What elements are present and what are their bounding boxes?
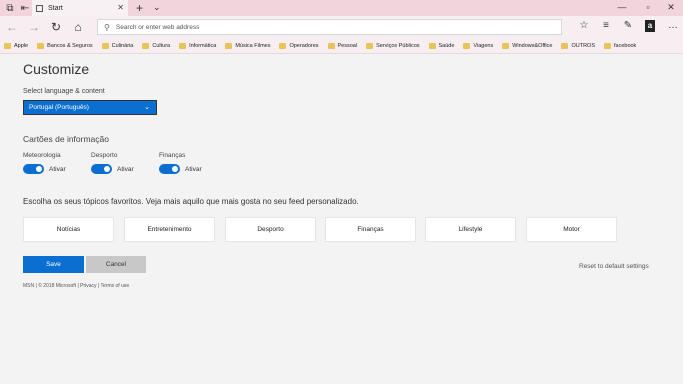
folder-icon: [366, 42, 374, 49]
forward-icon[interactable]: →: [27, 20, 41, 34]
favorite-label: Viagens: [473, 42, 494, 49]
toggle-state: Ativar: [49, 165, 66, 173]
topic-button[interactable]: Finanças: [325, 217, 416, 242]
language-value: Portugal (Português): [29, 104, 89, 111]
toggle-state: Ativar: [117, 165, 134, 173]
favorite-item[interactable]: Operadores: [279, 42, 319, 49]
topic-button[interactable]: Entretenimento: [124, 217, 215, 242]
address-bar[interactable]: ⚲: [97, 19, 562, 35]
folder-icon: [428, 42, 436, 49]
favorite-item[interactable]: Culinária: [101, 42, 134, 49]
favorite-item[interactable]: Saúde: [428, 42, 455, 49]
topic-button[interactable]: Motor: [526, 217, 617, 242]
topic-button[interactable]: Desporto: [225, 217, 316, 242]
reset-link[interactable]: Reset to default settings: [579, 263, 649, 270]
favorite-label: Operadores: [289, 42, 319, 49]
favorite-label: Cultura: [152, 42, 171, 49]
page-icon: [36, 4, 43, 12]
favorite-label: Apple: [14, 42, 29, 49]
amazon-icon[interactable]: a: [645, 20, 655, 32]
card-finance: Finanças Ativar: [159, 152, 202, 174]
favorite-item[interactable]: Serviços Públicos: [366, 42, 420, 49]
card-label: Desporto: [91, 152, 118, 159]
language-select[interactable]: Portugal (Português) ⌄: [23, 100, 157, 115]
favorites-bar: Apple Bancos & Seguros Culinária Cultura Inf…: [0, 38, 683, 54]
tab-title: Start: [48, 4, 63, 12]
topic-button[interactable]: Lifestyle: [425, 217, 516, 242]
favorite-label: Saúde: [438, 42, 455, 49]
toggle-state: Ativar: [185, 165, 202, 173]
card-label: Finanças: [159, 152, 186, 159]
card-weather: Meteorologia Ativar: [23, 152, 66, 174]
folder-icon: [502, 42, 510, 49]
favorite-item[interactable]: OUTROS: [561, 42, 595, 49]
folder-icon: [37, 42, 45, 49]
folder-icon: [603, 42, 611, 49]
home-icon[interactable]: ⌂: [71, 20, 85, 34]
maximize-icon[interactable]: ▫: [641, 2, 655, 12]
favorite-item[interactable]: Viagens: [463, 42, 494, 49]
tab-start[interactable]: Start ✕: [32, 0, 128, 16]
favorite-item[interactable]: Informática: [179, 42, 217, 49]
favorite-label: Windows&Office: [512, 42, 553, 49]
tab-list-icon[interactable]: ⧉: [4, 2, 16, 14]
favorite-label: Informática: [189, 42, 217, 49]
folder-icon: [327, 42, 335, 49]
pen-icon[interactable]: ✎: [621, 20, 635, 34]
folder-icon: [101, 42, 109, 49]
minimize-icon[interactable]: —: [615, 2, 629, 12]
page-title: Customize: [23, 61, 90, 77]
folder-icon: [142, 42, 150, 49]
back-icon[interactable]: ←: [5, 20, 19, 34]
favorite-label: Culinária: [111, 42, 134, 49]
close-icon[interactable]: ✕: [117, 3, 124, 12]
card-sports: Desporto Ativar: [91, 152, 134, 174]
new-tab-icon[interactable]: +: [136, 1, 143, 15]
favorites-icon[interactable]: ☆: [577, 20, 591, 34]
favorite-label: OUTROS: [571, 42, 595, 49]
navigation-bar: ← → ↻ ⌂ ⚲ ☆ ≡ ✎ ⇪ a …: [0, 16, 683, 38]
sports-toggle[interactable]: [91, 164, 112, 174]
folder-icon: [279, 42, 287, 49]
favorite-item[interactable]: Windows&Office: [502, 42, 553, 49]
reading-list-icon[interactable]: ≡: [599, 20, 613, 34]
topic-button[interactable]: Notícias: [23, 217, 114, 242]
refresh-icon[interactable]: ↻: [49, 20, 63, 34]
folder-icon: [561, 42, 569, 49]
cards-title: Cartões de informação: [23, 134, 109, 144]
address-input[interactable]: [115, 23, 536, 31]
language-label: Select language & content: [23, 88, 105, 95]
topics-title: Escolha os seus tópicos favoritos. Veja …: [23, 197, 359, 206]
favorite-label: facebook: [613, 42, 637, 49]
favorite-item[interactable]: Pessoal: [327, 42, 358, 49]
favorite-item[interactable]: Apple: [4, 42, 29, 49]
favorite-item[interactable]: Bancos & Seguros: [37, 42, 93, 49]
favorite-item[interactable]: Música Filmes: [225, 42, 271, 49]
folder-icon: [4, 42, 11, 49]
favorite-label: Pessoal: [337, 42, 358, 49]
finance-toggle[interactable]: [159, 164, 180, 174]
favorite-label: Serviços Públicos: [376, 42, 420, 49]
folder-icon: [225, 42, 233, 49]
chevron-down-icon[interactable]: ⌄: [153, 2, 161, 13]
favorite-label: Música Filmes: [235, 42, 271, 49]
card-label: Meteorologia: [23, 152, 61, 159]
folder-icon: [463, 42, 471, 49]
favorite-item[interactable]: Cultura: [142, 42, 171, 49]
chevron-down-icon: ⌄: [144, 104, 150, 111]
title-bar: ⧉ ⇤ Start ✕ + ⌄ — ▫ ✕: [0, 0, 683, 16]
save-button[interactable]: Save: [23, 256, 84, 273]
favorite-label: Bancos & Seguros: [47, 42, 93, 49]
close-window-icon[interactable]: ✕: [664, 2, 678, 13]
search-icon: ⚲: [104, 22, 110, 32]
cancel-button[interactable]: Cancel: [86, 256, 146, 273]
folder-icon: [179, 42, 187, 49]
weather-toggle[interactable]: [23, 164, 44, 174]
more-icon[interactable]: …: [666, 20, 680, 34]
favorite-item[interactable]: facebook: [603, 42, 637, 49]
customize-page: Customize Select language & content Port…: [0, 55, 683, 384]
set-tabs-aside-icon[interactable]: ⇤: [19, 2, 31, 14]
footer: MSN | © 2018 Microsoft | Privacy | Terms…: [23, 283, 130, 289]
